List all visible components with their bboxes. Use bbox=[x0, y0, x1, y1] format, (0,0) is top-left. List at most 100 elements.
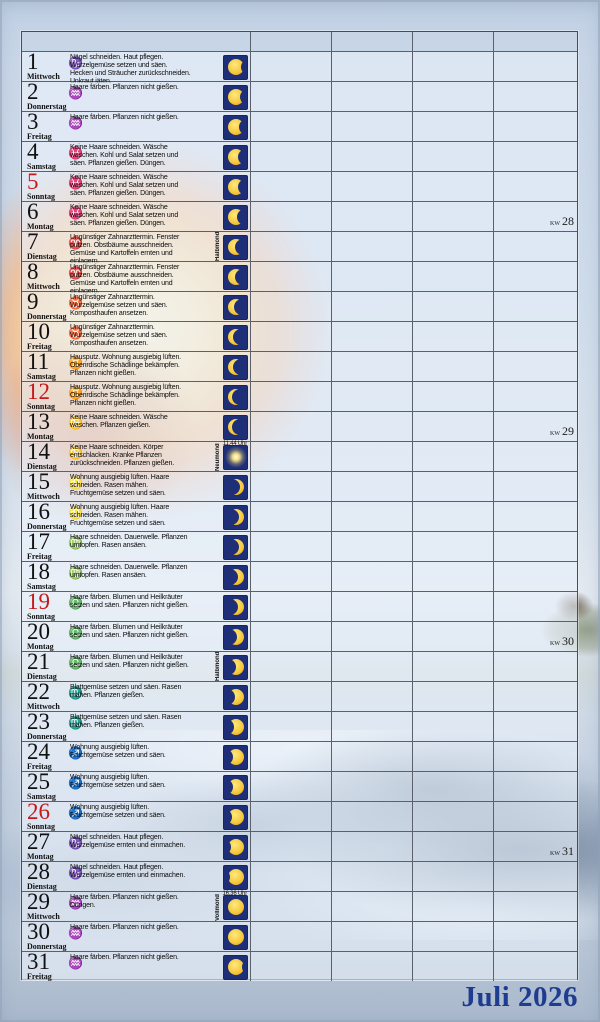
day-advice-text: Keine Haare schneiden. Wäsche waschen. K… bbox=[70, 144, 192, 168]
note-cell bbox=[412, 952, 493, 981]
moon-phase-icon bbox=[223, 505, 248, 530]
moon-shadow bbox=[235, 239, 249, 255]
note-cell bbox=[493, 442, 577, 471]
note-cell bbox=[412, 922, 493, 951]
note-cell bbox=[493, 562, 577, 591]
day-number: 21 bbox=[27, 649, 50, 674]
day-advice-text: Wohnung ausgiebig lüften. Haare schneide… bbox=[70, 504, 192, 528]
note-cell bbox=[412, 352, 493, 381]
note-cell bbox=[250, 502, 331, 531]
kw-prefix: KW bbox=[550, 851, 560, 857]
note-cell bbox=[250, 442, 331, 471]
day-info-cell: 12 ♊ Sonntag Hausputz. Wohnung ausgiebig… bbox=[22, 382, 250, 411]
kw-number: 31 bbox=[562, 844, 574, 858]
moon-shadow bbox=[224, 479, 240, 495]
moon-shadow bbox=[223, 629, 237, 645]
note-cell bbox=[331, 442, 412, 471]
header-note-cell bbox=[412, 32, 493, 51]
moon-phase-icon bbox=[223, 535, 248, 560]
note-cell bbox=[250, 862, 331, 891]
day-row: 27 ♑ Montag Nägel schneiden. Haut pflege… bbox=[22, 831, 577, 861]
day-row: 22 ♏ Mittwoch Blattgemüse setzen und säe… bbox=[22, 681, 577, 711]
note-cell bbox=[412, 142, 493, 171]
note-cell bbox=[331, 232, 412, 261]
note-cell bbox=[250, 52, 331, 81]
note-cell bbox=[250, 922, 331, 951]
note-cell bbox=[493, 112, 577, 141]
day-info-cell: 25 ♐ Samstag Wohnung ausgiebig lüften. F… bbox=[22, 772, 250, 801]
day-advice-text: Wohnung ausgiebig lüften. Haare schneide… bbox=[70, 474, 192, 498]
note-cell bbox=[493, 82, 577, 111]
day-info-cell: 7 ♈ Dienstag Ungünstiger Zahnarzttermin.… bbox=[22, 232, 250, 261]
note-cell bbox=[331, 502, 412, 531]
day-row: 5 ♓ Sonntag Keine Haare schneiden. Wäsch… bbox=[22, 171, 577, 201]
day-row: 26 ♐ Sonntag Wohnung ausgiebig lüften. F… bbox=[22, 801, 577, 831]
note-cell bbox=[331, 172, 412, 201]
day-number: 5 bbox=[27, 169, 39, 194]
moon-phase-name-label: Halbmond bbox=[215, 653, 221, 681]
note-cell bbox=[493, 52, 577, 81]
moon-phase-icon bbox=[223, 145, 248, 170]
day-advice-text: Nägel schneiden. Haut pflegen. Wurzelgem… bbox=[70, 834, 192, 850]
moon-phase-icon bbox=[223, 415, 248, 440]
note-cell bbox=[250, 532, 331, 561]
day-number: 6 bbox=[27, 199, 39, 224]
day-advice-text: Nägel schneiden. Haut pflegen. Wurzelgem… bbox=[70, 864, 192, 880]
day-info-cell: 22 ♏ Mittwoch Blattgemüse setzen und säe… bbox=[22, 682, 250, 711]
moon-shadow bbox=[242, 959, 249, 975]
note-cell: KW28 bbox=[493, 202, 577, 231]
day-number: 10 bbox=[27, 319, 50, 344]
note-cell bbox=[412, 472, 493, 501]
note-cell bbox=[250, 592, 331, 621]
kw-prefix: KW bbox=[550, 221, 560, 227]
note-cell bbox=[493, 532, 577, 561]
day-info-cell: 3 ♒ Freitag Haare färben. Pflanzen nicht… bbox=[22, 112, 250, 141]
note-cell bbox=[250, 682, 331, 711]
note-cell bbox=[493, 172, 577, 201]
header-note-cell bbox=[493, 32, 577, 51]
day-number: 31 bbox=[27, 949, 50, 974]
day-number: 8 bbox=[27, 259, 39, 284]
note-cell bbox=[250, 382, 331, 411]
note-cell bbox=[412, 52, 493, 81]
note-cell bbox=[331, 562, 412, 591]
note-cell bbox=[412, 82, 493, 111]
moon-disc bbox=[225, 446, 247, 468]
moon-shadow bbox=[223, 539, 239, 555]
day-row: 23 ♏ Donnerstag Blattgemüse setzen und s… bbox=[22, 711, 577, 741]
day-row: 21 ♎ Dienstag Haare färben. Blumen und H… bbox=[22, 651, 577, 681]
day-info-cell: 14 ♋ Dienstag Keine Haare schneiden. Kör… bbox=[22, 442, 250, 471]
moon-phase-name-label: Halbmond bbox=[215, 233, 221, 261]
day-number: 15 bbox=[27, 469, 50, 494]
day-info-cell: 21 ♎ Dienstag Haare färben. Blumen und H… bbox=[22, 652, 250, 681]
day-number: 29 bbox=[27, 889, 50, 914]
note-cell bbox=[412, 202, 493, 231]
note-cell bbox=[412, 742, 493, 771]
moon-phase-icon bbox=[223, 805, 248, 830]
day-info-cell: 19 ♎ Sonntag Haare färben. Blumen und He… bbox=[22, 592, 250, 621]
note-cell bbox=[250, 82, 331, 111]
note-cell bbox=[493, 262, 577, 291]
day-info-cell: 18 ♍ Samstag Haare schneiden. Dauerwelle… bbox=[22, 562, 250, 591]
moon-phase-icon bbox=[223, 265, 248, 290]
note-cell bbox=[493, 862, 577, 891]
note-cell bbox=[331, 952, 412, 981]
day-row: 7 ♈ Dienstag Ungünstiger Zahnarzttermin.… bbox=[22, 231, 577, 261]
moon-phase-icon bbox=[223, 295, 248, 320]
day-row: 2 ♒ Donnerstag Haare färben. Pflanzen ni… bbox=[22, 81, 577, 111]
day-advice-text: Blattgemüse setzen und säen. Rasen mähen… bbox=[70, 684, 192, 700]
day-advice-text: Haare schneiden. Dauerwelle. Pflanzen um… bbox=[70, 564, 192, 580]
moon-phase-icon bbox=[223, 235, 248, 260]
day-number: 27 bbox=[27, 829, 50, 854]
note-cell bbox=[493, 742, 577, 771]
note-cell bbox=[412, 862, 493, 891]
day-number: 18 bbox=[27, 559, 50, 584]
day-row: 18 ♍ Samstag Haare schneiden. Dauerwelle… bbox=[22, 561, 577, 591]
day-advice-text: Keine Haare schneiden. Wäsche waschen. P… bbox=[70, 414, 192, 430]
day-number: 13 bbox=[27, 409, 50, 434]
moon-phase-icon bbox=[223, 625, 248, 650]
moon-phase-icon bbox=[223, 745, 248, 770]
kw-number: 28 bbox=[562, 214, 574, 228]
day-number: 14 bbox=[27, 439, 50, 464]
day-info-cell: 11 ♊ Samstag Hausputz. Wohnung ausgiebig… bbox=[22, 352, 250, 381]
